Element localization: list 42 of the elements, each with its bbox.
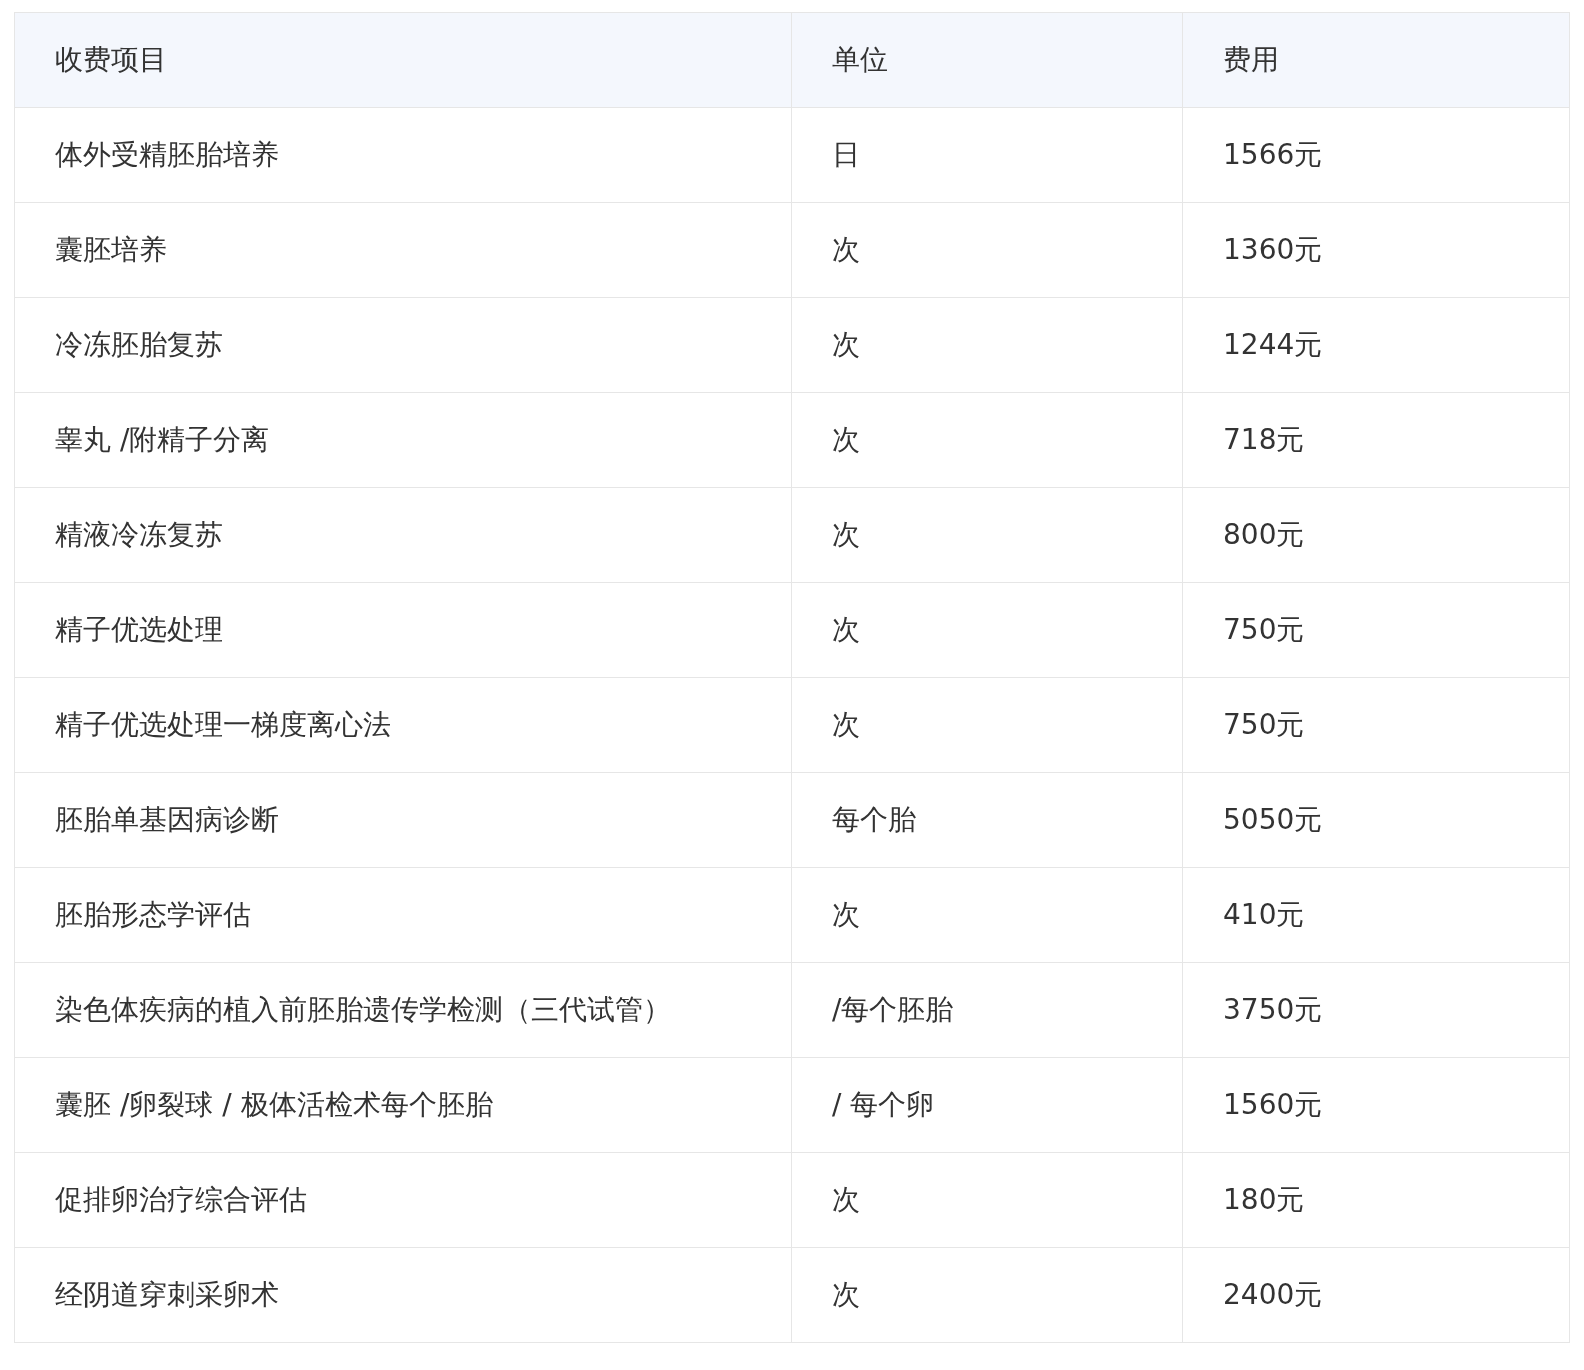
table-cell: 180元: [1183, 1153, 1570, 1248]
table-cell: 1566元: [1183, 108, 1570, 203]
table-cell: 次: [792, 1248, 1183, 1343]
table-cell: 次: [792, 868, 1183, 963]
table-cell: 次: [792, 393, 1183, 488]
table-cell: 胚胎单基因病诊断: [15, 773, 792, 868]
table-cell: 冷冻胚胎复苏: [15, 298, 792, 393]
column-header: 费用: [1183, 13, 1570, 108]
table-cell: 2400元: [1183, 1248, 1570, 1343]
table-cell: 囊胚 /卵裂球 / 极体活检术每个胚胎: [15, 1058, 792, 1153]
table-cell: 次: [792, 298, 1183, 393]
table-cell: / 每个卵: [792, 1058, 1183, 1153]
table-cell: 3750元: [1183, 963, 1570, 1058]
table-cell: 促排卵治疗综合评估: [15, 1153, 792, 1248]
table-cell: 日: [792, 108, 1183, 203]
table-cell: 每个胎: [792, 773, 1183, 868]
table-cell: 睾丸 /附精子分离: [15, 393, 792, 488]
table-cell: 胚胎形态学评估: [15, 868, 792, 963]
table-cell: 750元: [1183, 583, 1570, 678]
table-cell: 次: [792, 488, 1183, 583]
table-cell: 718元: [1183, 393, 1570, 488]
table-cell: 精子优选处理一梯度离心法: [15, 678, 792, 773]
table-cell: 体外受精胚胎培养: [15, 108, 792, 203]
table-cell: /每个胚胎: [792, 963, 1183, 1058]
table-cell: 次: [792, 203, 1183, 298]
table-cell: 750元: [1183, 678, 1570, 773]
table-cell: 染色体疾病的植入前胚胎遗传学检测（三代试管）: [15, 963, 792, 1058]
table-cell: 精液冷冻复苏: [15, 488, 792, 583]
table-cell: 410元: [1183, 868, 1570, 963]
table-cell: 1360元: [1183, 203, 1570, 298]
table-cell: 经阴道穿刺采卵术: [15, 1248, 792, 1343]
table-cell: 次: [792, 678, 1183, 773]
table-cell: 精子优选处理: [15, 583, 792, 678]
column-header: 单位: [792, 13, 1183, 108]
table-cell: 1560元: [1183, 1058, 1570, 1153]
table-cell: 800元: [1183, 488, 1570, 583]
table-cell: 5050元: [1183, 773, 1570, 868]
table-cell: 次: [792, 1153, 1183, 1248]
table-cell: 1244元: [1183, 298, 1570, 393]
column-header: 收费项目: [15, 13, 792, 108]
table-cell: 囊胚培养: [15, 203, 792, 298]
table-cell: 次: [792, 583, 1183, 678]
